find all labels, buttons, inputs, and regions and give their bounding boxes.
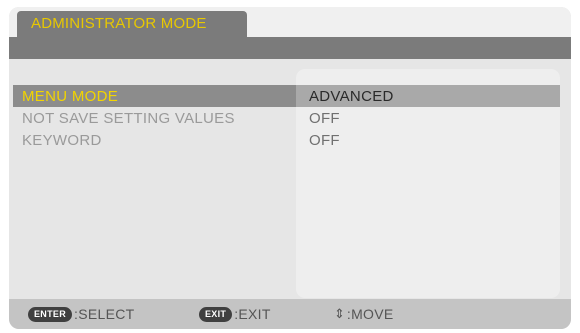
menu-row-menu-mode[interactable]: MENU MODE ADVANCED xyxy=(9,85,571,107)
not-save-setting-values-label: NOT SAVE SETTING VALUES xyxy=(22,110,235,127)
exit-key-icon: EXIT xyxy=(199,306,233,322)
hint-select: ENTER :SELECT xyxy=(28,306,134,322)
up-down-arrow-icon: ⇕ xyxy=(334,306,345,321)
tab-administrator-mode[interactable]: ADMINISTRATOR MODE xyxy=(17,11,247,37)
tab-strip: ADMINISTRATOR MODE xyxy=(9,7,571,37)
keyword-label: KEYWORD xyxy=(22,132,102,149)
hint-move: ⇕ :MOVE xyxy=(334,306,394,322)
menu-content: MENU MODE ADVANCED NOT SAVE SETTING VALU… xyxy=(9,59,571,299)
title-bar xyxy=(9,37,571,59)
move-hint-text: :MOVE xyxy=(346,306,394,322)
footer-hints: ENTER :SELECT EXIT :EXIT ⇕ :MOVE xyxy=(9,299,571,329)
keyword-value[interactable]: OFF xyxy=(309,132,340,149)
enter-key-icon: ENTER xyxy=(28,306,73,322)
select-hint-text: :SELECT xyxy=(74,306,135,322)
tab-label: ADMINISTRATOR MODE xyxy=(31,15,207,32)
hint-exit: EXIT :EXIT xyxy=(199,306,271,322)
not-save-setting-values-value[interactable]: OFF xyxy=(309,110,340,127)
menu-mode-value[interactable]: ADVANCED xyxy=(309,88,394,105)
menu-mode-label: MENU MODE xyxy=(22,88,119,105)
osd-window: ADMINISTRATOR MODE MENU MODE ADVANCED NO… xyxy=(9,7,571,329)
exit-hint-text: :EXIT xyxy=(234,306,271,322)
menu-row-not-save-setting-values[interactable]: NOT SAVE SETTING VALUES OFF xyxy=(9,107,571,129)
menu-row-keyword[interactable]: KEYWORD OFF xyxy=(9,129,571,151)
